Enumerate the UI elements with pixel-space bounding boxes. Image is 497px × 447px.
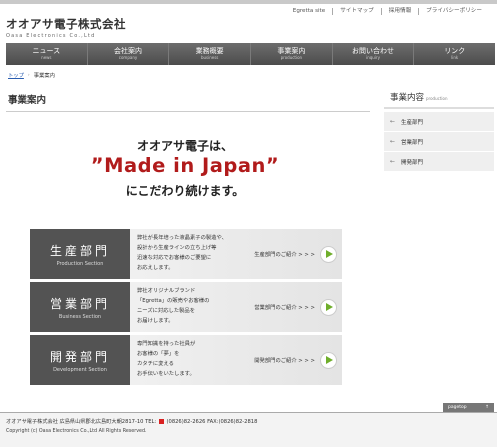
desc-line: お客様の「夢」を xyxy=(137,351,180,357)
dept-more-link[interactable]: 開発部門のご紹介 > > > xyxy=(240,335,342,385)
desc-line: カタチに変える xyxy=(137,361,174,367)
more-text: 生産部門のご紹介 > > > xyxy=(254,252,315,258)
breadcrumb-current: 事業案内 xyxy=(33,73,55,79)
global-nav: ニュース news 会社案内 company 業務概要 business 事業案内 pr… xyxy=(6,43,495,65)
desc-line: 設計から生産ラインの立ち上げ等 xyxy=(137,245,217,251)
sidebar-item-label: 生産部門 xyxy=(401,119,424,126)
dept-title-en: Production Section xyxy=(56,261,104,267)
hero-made-in-japan: ”Made in Japan” xyxy=(90,154,280,177)
nav-sublabel: link xyxy=(451,55,459,60)
nav-item-link[interactable]: リンク link xyxy=(413,43,495,65)
desc-line: お応えします。 xyxy=(137,265,174,271)
dept-description: 弊社が長年培った液晶素子の製造や、 設計から生産ラインの立ち上げ等 迅速な対応で… xyxy=(130,229,240,279)
nav-label: 会社案内 xyxy=(114,47,142,55)
nav-item-inquiry[interactable]: お問い合わせ inquiry xyxy=(331,43,414,65)
play-arrow-icon[interactable] xyxy=(320,298,337,316)
desc-line: 弊社オリジナルブランド xyxy=(137,288,196,294)
arrow-left-icon: ← xyxy=(390,158,396,165)
desc-line: ニーズに対応した製品を xyxy=(137,308,196,314)
sidebar-item-label: 開発部門 xyxy=(401,159,424,166)
dept-banner-business[interactable]: 営業部門 Business Section 弊社オリジナルブランド 「Egret… xyxy=(30,282,342,332)
dept-banner-development[interactable]: 開発部門 Development Section 専門知識を持った社員が お客様… xyxy=(30,335,342,385)
phone-icon xyxy=(158,419,164,424)
recruit-link[interactable]: 採用情報 xyxy=(380,8,418,15)
company-logo[interactable]: オオアサ電子株式会社 Oasa Electronics Co.,Ltd xyxy=(6,16,126,39)
pagetop-label: pagetop xyxy=(448,405,467,410)
desc-line: 「Egretta」の販売やお客様の xyxy=(137,298,210,304)
sidebar-item-production[interactable]: ← 生産部門 xyxy=(384,112,494,131)
play-arrow-icon[interactable] xyxy=(320,245,337,263)
dept-title: 開発部門 xyxy=(49,350,110,364)
desc-line: 弊社が長年培った液晶素子の製造や、 xyxy=(137,235,227,241)
desc-line: お手伝いをいたします。 xyxy=(137,371,195,377)
nav-sublabel: production xyxy=(280,55,303,60)
dept-title-en: Business Section xyxy=(58,314,102,320)
sitemap-link[interactable]: サイトマップ xyxy=(332,8,381,15)
dept-description: 弊社オリジナルブランド 「Egretta」の販売やお客様の ニーズに対応した製品… xyxy=(130,282,240,332)
nav-item-news[interactable]: ニュース news xyxy=(6,43,87,65)
dept-description: 専門知識を持った社員が お客様の「夢」を カタチに変える お手伝いをいたします。 xyxy=(130,335,240,385)
dept-label: 生産部門 Production Section xyxy=(30,229,130,279)
nav-sublabel: company xyxy=(118,55,138,60)
dept-label: 開発部門 Development Section xyxy=(30,335,130,385)
hero-line3: にこだわり続けます。 xyxy=(125,184,245,198)
sidebar-menu: ← 生産部門 ← 営業部門 ← 開発部門 xyxy=(384,112,494,172)
top-border xyxy=(0,0,497,4)
nav-sublabel: business xyxy=(200,55,219,60)
hero-line1: オオアサ電子は、 xyxy=(136,139,233,153)
arrow-up-icon: ↑ xyxy=(485,405,489,410)
dept-title-en: Development Section xyxy=(53,367,107,373)
company-name-en: Oasa Electronics Co.,Ltd xyxy=(6,33,96,39)
more-text: 開発部門のご紹介 > > > xyxy=(254,358,315,364)
dept-label: 営業部門 Business Section xyxy=(30,282,130,332)
sidebar-item-label: 営業部門 xyxy=(401,139,424,146)
play-arrow-icon[interactable] xyxy=(320,351,337,369)
more-text: 営業部門のご紹介 > > > xyxy=(254,305,315,311)
nav-sublabel: inquiry xyxy=(366,55,380,60)
egretta-site-link[interactable]: Egretta site xyxy=(286,8,332,15)
arrow-left-icon: ← xyxy=(390,118,396,125)
arrow-left-icon: ← xyxy=(390,138,396,145)
nav-item-production[interactable]: 事業案内 production xyxy=(250,43,332,65)
dept-title: 生産部門 xyxy=(49,244,110,258)
nav-label: ニュース xyxy=(32,47,61,55)
title-divider xyxy=(6,111,370,112)
breadcrumb-home-link[interactable]: トップ xyxy=(8,71,24,79)
page-title: 事業案内 xyxy=(8,95,47,106)
footer-address: オオアサ電子株式会社 広島県山県郡北広島町大朝2817-10 TEL: (082… xyxy=(6,418,257,425)
copyright: Copyright (c) Oasa Electronics Co.,Ltd A… xyxy=(6,429,147,434)
tel-number: (0826)82-2626 xyxy=(166,419,206,425)
desc-line: 迅速な対応でお客様のご要望に xyxy=(137,255,212,261)
breadcrumb: トップ › 事業案内 xyxy=(8,71,55,80)
desc-line: お届けします。 xyxy=(137,318,174,324)
nav-label: 業務概要 xyxy=(195,47,224,55)
nav-label: お問い合わせ xyxy=(352,47,395,55)
nav-sublabel: news xyxy=(41,55,52,60)
top-links: Egretta site サイトマップ 採用情報 プライバシーポリシー xyxy=(286,8,489,15)
sidebar-item-development[interactable]: ← 開発部門 xyxy=(384,152,494,171)
desc-line: 専門知識を持った社員が xyxy=(137,341,196,347)
sidebar-title-jp: 事業内容 xyxy=(390,93,425,103)
dept-title: 営業部門 xyxy=(49,297,110,311)
nav-item-company[interactable]: 会社案内 company xyxy=(86,43,169,65)
footer: オオアサ電子株式会社 広島県山県郡北広島町大朝2817-10 TEL: (082… xyxy=(0,413,497,447)
pagetop-button[interactable]: pagetop ↑ xyxy=(443,403,494,412)
privacy-policy-link[interactable]: プライバシーポリシー xyxy=(418,8,489,15)
company-name: オオアサ電子株式会社 xyxy=(6,17,126,31)
address-text: オオアサ電子株式会社 広島県山県郡北広島町大朝2817-10 TEL: xyxy=(6,419,157,425)
sidebar-title-en: production xyxy=(426,96,448,101)
nav-label: リンク xyxy=(444,47,466,55)
dept-banner-production[interactable]: 生産部門 Production Section 弊社が長年培った液晶素子の製造や… xyxy=(30,229,342,279)
fax-number: FAX:(0826)82-2818 xyxy=(207,419,258,425)
dept-more-link[interactable]: 生産部門のご紹介 > > > xyxy=(240,229,342,279)
sidebar-title: 事業内容 production xyxy=(390,91,448,103)
sidebar-item-business[interactable]: ← 営業部門 xyxy=(384,132,494,151)
dept-more-link[interactable]: 営業部門のご紹介 > > > xyxy=(240,282,342,332)
sidebar-divider xyxy=(384,107,494,109)
nav-label: 事業案内 xyxy=(277,47,306,55)
breadcrumb-separator-icon: › xyxy=(27,72,30,78)
nav-item-business[interactable]: 業務概要 business xyxy=(168,43,250,65)
